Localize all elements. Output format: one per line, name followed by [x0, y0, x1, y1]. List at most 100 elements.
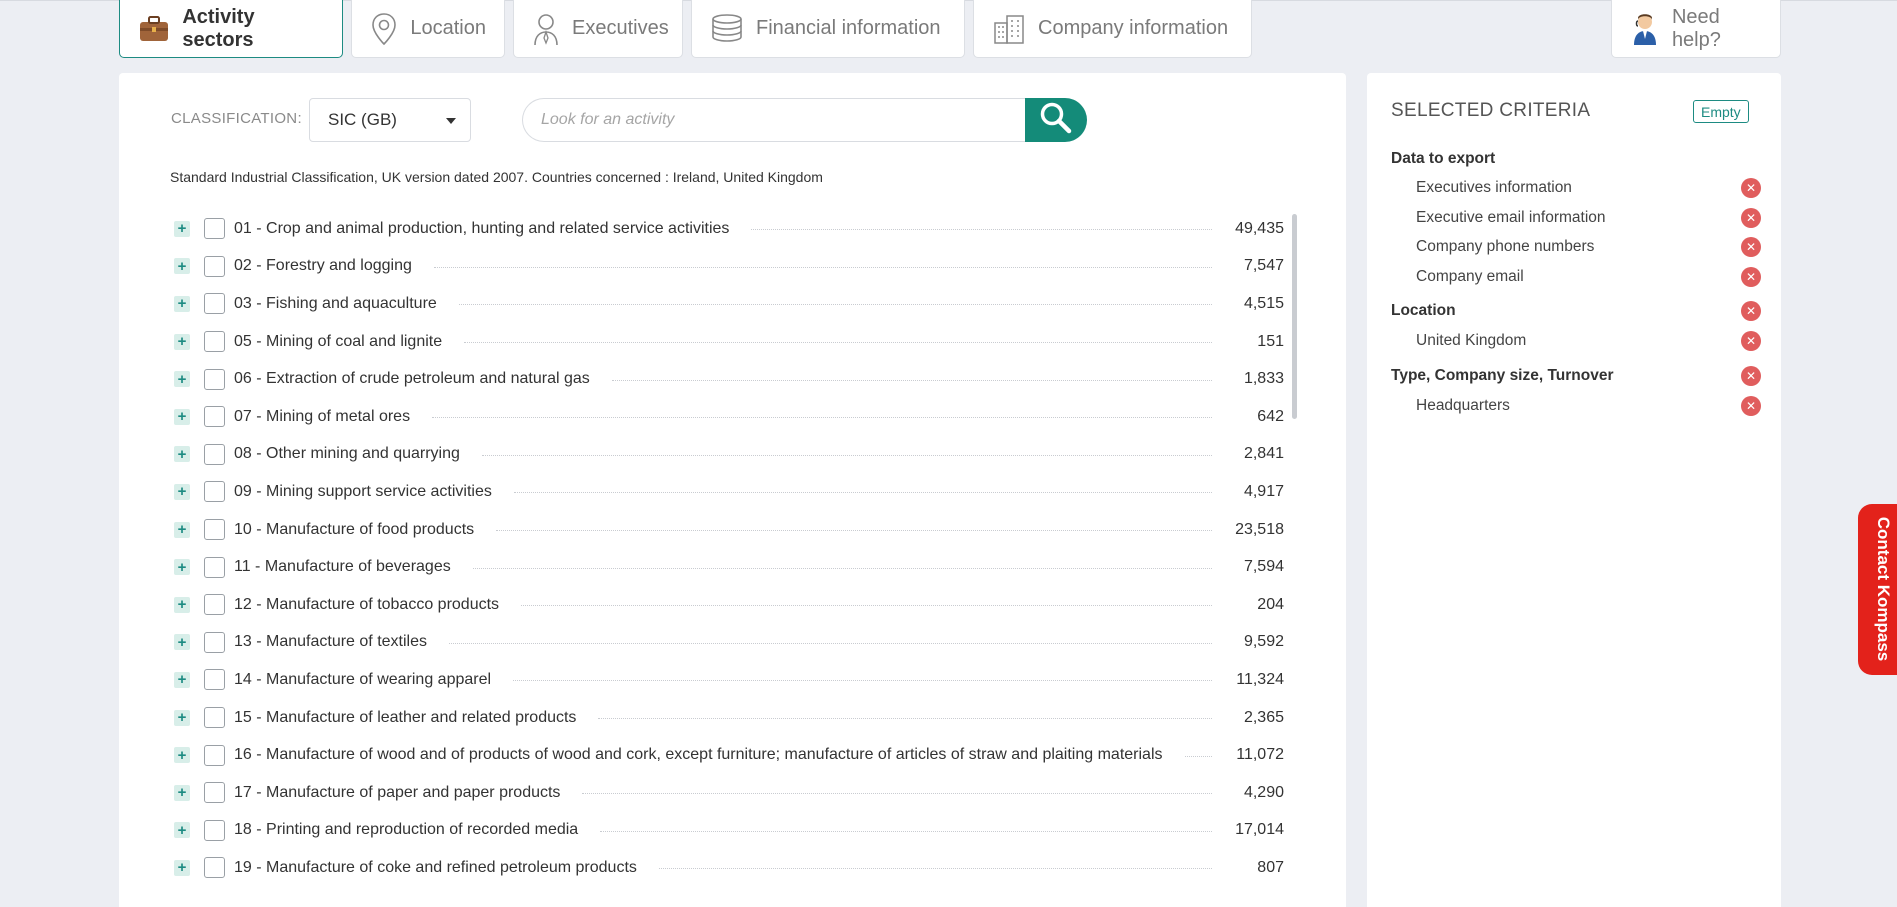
remove-criteria-icon[interactable]: ✕ [1741, 396, 1761, 416]
remove-criteria-icon[interactable]: ✕ [1741, 178, 1761, 198]
activity-list-scrollbar[interactable] [1292, 214, 1297, 419]
remove-criteria-icon[interactable]: ✕ [1741, 366, 1761, 386]
activity-checkbox[interactable] [204, 406, 225, 428]
activity-count: 4,290 [1243, 783, 1284, 801]
activity-row: +16 - Manufacture of wood and of product… [174, 736, 1284, 774]
activity-checkbox[interactable] [204, 669, 225, 691]
activity-checkbox[interactable] [204, 556, 225, 578]
activity-checkbox[interactable] [204, 857, 225, 879]
activity-row: +07 - Mining of metal ores 642 [174, 398, 1284, 436]
empty-criteria-button[interactable]: Empty [1693, 100, 1749, 123]
activity-count: 4,515 [1243, 294, 1284, 312]
criteria-item-label: Company email [1416, 268, 1524, 285]
classification-description: Standard Industrial Classification, UK v… [170, 169, 823, 185]
expand-plus-icon[interactable]: + [174, 709, 190, 726]
activity-count: 7,547 [1243, 257, 1284, 275]
remove-criteria-icon[interactable]: ✕ [1741, 301, 1761, 321]
leader-dots [521, 605, 1212, 607]
expand-plus-icon[interactable]: + [174, 258, 190, 275]
expand-plus-icon[interactable]: + [174, 446, 190, 463]
activity-row: +06 - Extraction of crude petroleum and … [174, 360, 1284, 398]
activity-row: +09 - Mining support service activities 4… [174, 473, 1284, 511]
activity-count: 1,833 [1243, 370, 1284, 388]
selected-criteria-panel: SELECTED CRITERIA Empty Data to export E… [1367, 73, 1781, 907]
expand-plus-icon[interactable]: + [174, 371, 190, 388]
remove-criteria-icon[interactable]: ✕ [1741, 331, 1761, 351]
classification-select[interactable]: SIC (GB) [309, 98, 471, 142]
expand-plus-icon[interactable]: + [174, 220, 190, 237]
executive-person-icon [532, 12, 560, 46]
leader-dots [513, 680, 1212, 682]
leader-dots [582, 793, 1212, 795]
activity-checkbox[interactable] [204, 481, 225, 503]
activity-row: +10 - Manufacture of food products 23,518 [174, 511, 1284, 549]
leader-dots [751, 229, 1212, 231]
activity-checkbox[interactable] [204, 744, 225, 766]
activity-count: 7,594 [1243, 558, 1284, 576]
tab-financial-information[interactable]: Financial information [691, 0, 965, 58]
activity-checkbox[interactable] [204, 443, 225, 465]
activity-search [522, 98, 1104, 142]
need-help-label: Need help? [1671, 5, 1721, 51]
tab-location[interactable]: Location [351, 0, 505, 58]
expand-plus-icon[interactable]: + [174, 333, 190, 350]
activity-count: 4,917 [1243, 482, 1284, 500]
activity-checkbox[interactable] [204, 218, 225, 240]
criteria-item: Executive email information ✕ [1391, 208, 1761, 228]
expand-plus-icon[interactable]: + [174, 559, 190, 576]
activity-row: +11 - Manufacture of beverages 7,594 [174, 548, 1284, 586]
expand-plus-icon[interactable]: + [174, 408, 190, 425]
criteria-group-type-size-turnover: Type, Company size, Turnover ✕ [1391, 366, 1761, 386]
contact-kompass-button[interactable]: Contact Kompass [1858, 504, 1897, 675]
activity-count: 642 [1257, 407, 1284, 425]
search-button[interactable] [1025, 98, 1087, 142]
activity-count: 151 [1257, 332, 1284, 350]
leader-dots [513, 492, 1212, 494]
criteria-item: United Kingdom ✕ [1391, 331, 1761, 351]
activity-count: 807 [1257, 858, 1284, 876]
expand-plus-icon[interactable]: + [174, 634, 190, 651]
activity-label: 03 - Fishing and aquaculture [234, 294, 437, 312]
criteria-group-label: Location [1391, 302, 1456, 319]
remove-criteria-icon[interactable]: ✕ [1741, 208, 1761, 228]
tab-activity-sectors[interactable]: Activity sectors [119, 0, 343, 58]
activity-count: 17,014 [1235, 821, 1284, 839]
expand-plus-icon[interactable]: + [174, 671, 190, 688]
activity-checkbox[interactable] [204, 707, 225, 729]
leader-dots [432, 417, 1212, 419]
activity-checkbox[interactable] [204, 293, 225, 315]
expand-plus-icon[interactable]: + [174, 784, 190, 801]
remove-criteria-icon[interactable]: ✕ [1741, 267, 1761, 287]
tab-company-information[interactable]: Company information [973, 0, 1252, 58]
leader-dots [464, 342, 1212, 344]
activity-list: +01 - Crop and animal production, huntin… [174, 210, 1284, 887]
activity-row: +13 - Manufacture of textiles 9,592 [174, 624, 1284, 662]
contact-kompass-label: Contact Kompass [1874, 516, 1893, 662]
activity-checkbox[interactable] [204, 782, 225, 804]
expand-plus-icon[interactable]: + [174, 859, 190, 876]
activity-search-input[interactable] [522, 98, 1025, 142]
activity-label: 15 - Manufacture of leather and related … [234, 708, 577, 726]
activity-label: 16 - Manufacture of wood and of products… [234, 746, 1163, 764]
expand-plus-icon[interactable]: + [174, 295, 190, 312]
tab-executives[interactable]: Executives [513, 0, 683, 58]
expand-plus-icon[interactable]: + [174, 596, 190, 613]
expand-plus-icon[interactable]: + [174, 747, 190, 764]
activity-checkbox[interactable] [204, 631, 225, 653]
activity-checkbox[interactable] [204, 368, 225, 390]
buildings-icon [992, 12, 1026, 46]
activity-checkbox[interactable] [204, 331, 225, 353]
expand-plus-icon[interactable]: + [174, 822, 190, 839]
leader-dots [433, 266, 1212, 268]
leader-dots [458, 304, 1212, 306]
activity-checkbox[interactable] [204, 519, 225, 541]
activity-checkbox[interactable] [204, 255, 225, 277]
chevron-down-icon [446, 118, 456, 124]
remove-criteria-icon[interactable]: ✕ [1741, 237, 1761, 257]
activity-checkbox[interactable] [204, 819, 225, 841]
expand-plus-icon[interactable]: + [174, 483, 190, 500]
activity-checkbox[interactable] [204, 594, 225, 616]
expand-plus-icon[interactable]: + [174, 521, 190, 538]
need-help-button[interactable]: Need help? [1611, 0, 1781, 58]
criteria-tabs: Activity sectors Location Executives Fin… [119, 0, 1252, 58]
